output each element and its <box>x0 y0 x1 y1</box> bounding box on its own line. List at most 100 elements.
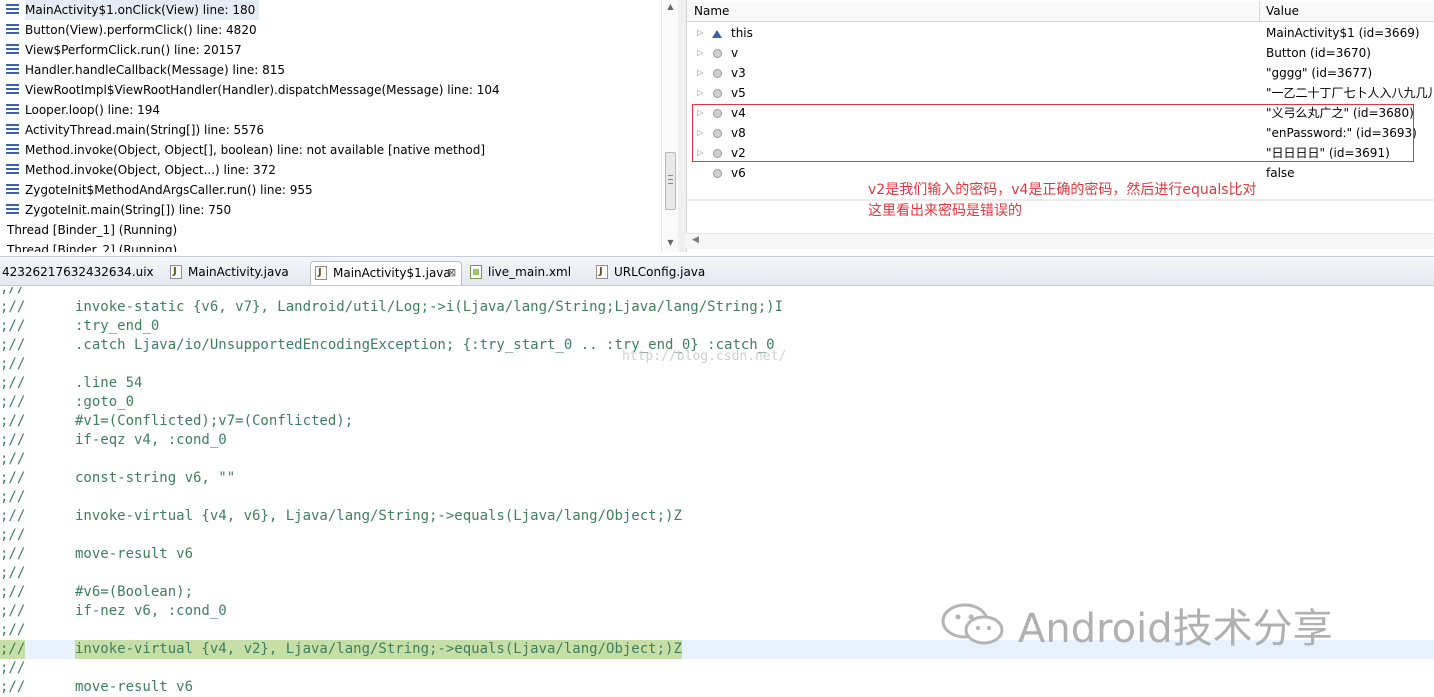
column-header-value[interactable]: Value <box>1266 4 1299 18</box>
scroll-down-arrow-icon[interactable]: ▼ <box>662 236 679 250</box>
variable-name: v6 <box>731 166 746 180</box>
stack-frame-label: ZygoteInit$MethodAndArgsCaller.run() lin… <box>25 183 313 197</box>
stack-frame-label: ZygoteInit.main(String[]) line: 750 <box>25 203 232 217</box>
variable-value: "gggg" (id=3677) <box>1266 66 1373 80</box>
local-variable-icon <box>713 89 722 98</box>
line-comment-prefix: ;// <box>0 432 26 448</box>
xml-file-icon <box>470 265 482 279</box>
variable-name: v <box>731 46 739 60</box>
line-comment-prefix: ;// <box>0 318 26 334</box>
stack-frame-label: Button(View).performClick() line: 4820 <box>25 23 257 37</box>
code-line[interactable]: ;// invoke-virtual {v4, v6}, Ljava/lang/S… <box>0 507 1434 526</box>
stack-frame-icon <box>6 64 19 76</box>
stack-scrollbar[interactable]: ▲ ▼ <box>661 0 678 252</box>
code-line[interactable]: ;// <box>0 488 1434 507</box>
code-line[interactable]: ;// move-result v6 <box>0 545 1434 564</box>
stack-frame-icon <box>6 44 19 56</box>
line-comment-prefix: ;// <box>0 337 26 353</box>
expand-arrow-icon[interactable]: ▷ <box>697 63 703 83</box>
editor-tab[interactable]: URLConfig.java <box>592 261 710 285</box>
code-line[interactable]: ;// .line 54 <box>0 374 1434 393</box>
code-line[interactable]: ;// <box>0 564 1434 583</box>
code-line[interactable]: ;// :goto_0 <box>0 393 1434 412</box>
annotation-note-line1: v2是我们输入的密码，v4是正确的密码，然后进行equals比对 <box>868 182 1257 198</box>
this-triangle-icon <box>712 25 722 38</box>
variable-row[interactable]: ▷ v5 "一乙二十丁厂七卜人入八九几儿 <box>687 83 1434 103</box>
editor-tab[interactable]: MainActivity$1.java⊠ <box>310 261 462 285</box>
local-variable-icon <box>713 169 722 178</box>
line-comment-prefix: ;// <box>0 413 26 429</box>
stack-frame-icon <box>6 84 19 96</box>
stack-frame-icon <box>6 144 19 156</box>
variable-row[interactable]: ▷ v3 "gggg" (id=3677) <box>687 63 1434 83</box>
editor-tab-label: URLConfig.java <box>614 265 706 279</box>
expand-arrow-icon[interactable]: ▷ <box>697 23 703 43</box>
line-comment-prefix: ;// <box>0 622 26 638</box>
editor-tab[interactable]: MainActivity.java <box>166 261 302 285</box>
line-comment-prefix: ;// <box>0 299 26 315</box>
code-line[interactable]: ;// const-string v6, "" <box>0 469 1434 488</box>
column-header-name[interactable]: Name <box>694 4 729 18</box>
stack-frame-icon <box>6 204 19 216</box>
variable-name: v3 <box>731 66 746 80</box>
code-line[interactable]: ;// <box>0 659 1434 678</box>
code-line[interactable]: ;// invoke-static {v6, v7}, Landroid/util… <box>0 298 1434 317</box>
code-text: const-string v6, "" <box>75 470 236 486</box>
code-text: move-result v6 <box>75 546 194 562</box>
variable-row[interactable]: ▷ v Button (id=3670) <box>687 43 1434 63</box>
scroll-up-arrow-icon[interactable]: ▲ <box>662 0 679 14</box>
stack-frame-icon <box>6 4 19 16</box>
line-comment-prefix: ;// <box>0 679 26 695</box>
line-comment-prefix: ;// <box>0 394 26 410</box>
code-text: invoke-virtual {v4, v6}, Ljava/lang/Stri… <box>75 508 682 524</box>
line-comment-prefix: ;// <box>0 451 26 467</box>
line-comment-prefix: ;// <box>0 660 26 676</box>
code-text: invoke-virtual {v4, v2}, Ljava/lang/Stri… <box>75 640 682 659</box>
stack-frame-icon <box>6 164 19 176</box>
editor-tab-bar: 42326217632432634.uix MainActivity.java Ma… <box>0 256 1434 286</box>
scrollbar-thumb[interactable] <box>665 152 676 210</box>
code-text: move-result v6 <box>75 679 194 695</box>
code-text: :goto_0 <box>75 394 135 410</box>
code-line[interactable]: ;// <box>0 450 1434 469</box>
line-comment-prefix: ;// <box>0 546 26 562</box>
thread-label: Thread [Binder_1] (Running) <box>7 223 178 237</box>
variable-row[interactable]: ▷ this MainActivity$1 (id=3669) <box>687 23 1434 43</box>
line-comment-prefix: ;// <box>0 375 26 391</box>
stack-frame-label: View$PerformClick.run() line: 20157 <box>25 43 242 57</box>
variable-value: false <box>1266 166 1295 180</box>
line-comment-prefix: ;// <box>0 508 26 524</box>
debug-stack-panel: MainActivity$1.onClick(View) line: 180 Bu… <box>0 0 678 252</box>
line-comment-prefix: ;// <box>0 489 26 505</box>
code-line[interactable]: ;// #v1=(Conflicted);v7=(Conflicted); <box>0 412 1434 431</box>
stack-frame-icon <box>6 104 19 116</box>
expand-arrow-icon[interactable]: ▷ <box>697 43 703 63</box>
code-line[interactable]: ;// :try_end_0 <box>0 317 1434 336</box>
column-separator[interactable] <box>1259 2 1260 22</box>
editor-tab-label: MainActivity$1.java <box>333 266 451 280</box>
variables-hscrollbar[interactable]: ◀ <box>686 233 1434 249</box>
editor-tab[interactable]: live_main.xml <box>466 261 584 285</box>
line-comment-prefix: ;// <box>0 640 26 659</box>
code-text: :try_end_0 <box>75 318 160 334</box>
code-line[interactable]: ;// if-eqz v4, :cond_0 <box>0 431 1434 450</box>
code-text: if-nez v6, :cond_0 <box>75 603 227 619</box>
variable-name: v5 <box>731 86 746 100</box>
scroll-left-arrow-icon[interactable]: ◀ <box>692 235 699 245</box>
variables-table-header: Name Value <box>687 2 1434 22</box>
line-comment-prefix: ;// <box>0 603 26 619</box>
editor-tab-label: MainActivity.java <box>188 265 289 279</box>
editor-tab[interactable]: 42326217632432634.uix <box>0 261 154 285</box>
close-tab-icon[interactable]: ⊠ <box>447 262 456 284</box>
line-comment-prefix: ;// <box>0 584 26 600</box>
expand-arrow-icon[interactable]: ▷ <box>697 83 703 103</box>
code-line[interactable]: ;// move-result v6 <box>0 678 1434 697</box>
code-line[interactable]: ;// <box>0 526 1434 545</box>
variable-value: MainActivity$1 (id=3669) <box>1266 26 1420 40</box>
stack-frame-label: Method.invoke(Object, Object[], boolean)… <box>25 143 486 157</box>
stack-frame-label: MainActivity$1.onClick(View) line: 180 <box>25 0 260 20</box>
code-text: .line 54 <box>75 375 143 391</box>
code-line[interactable]: ;// <box>0 287 1434 298</box>
line-comment-prefix: ;// <box>0 470 26 486</box>
details-pane-separator <box>686 199 1434 201</box>
